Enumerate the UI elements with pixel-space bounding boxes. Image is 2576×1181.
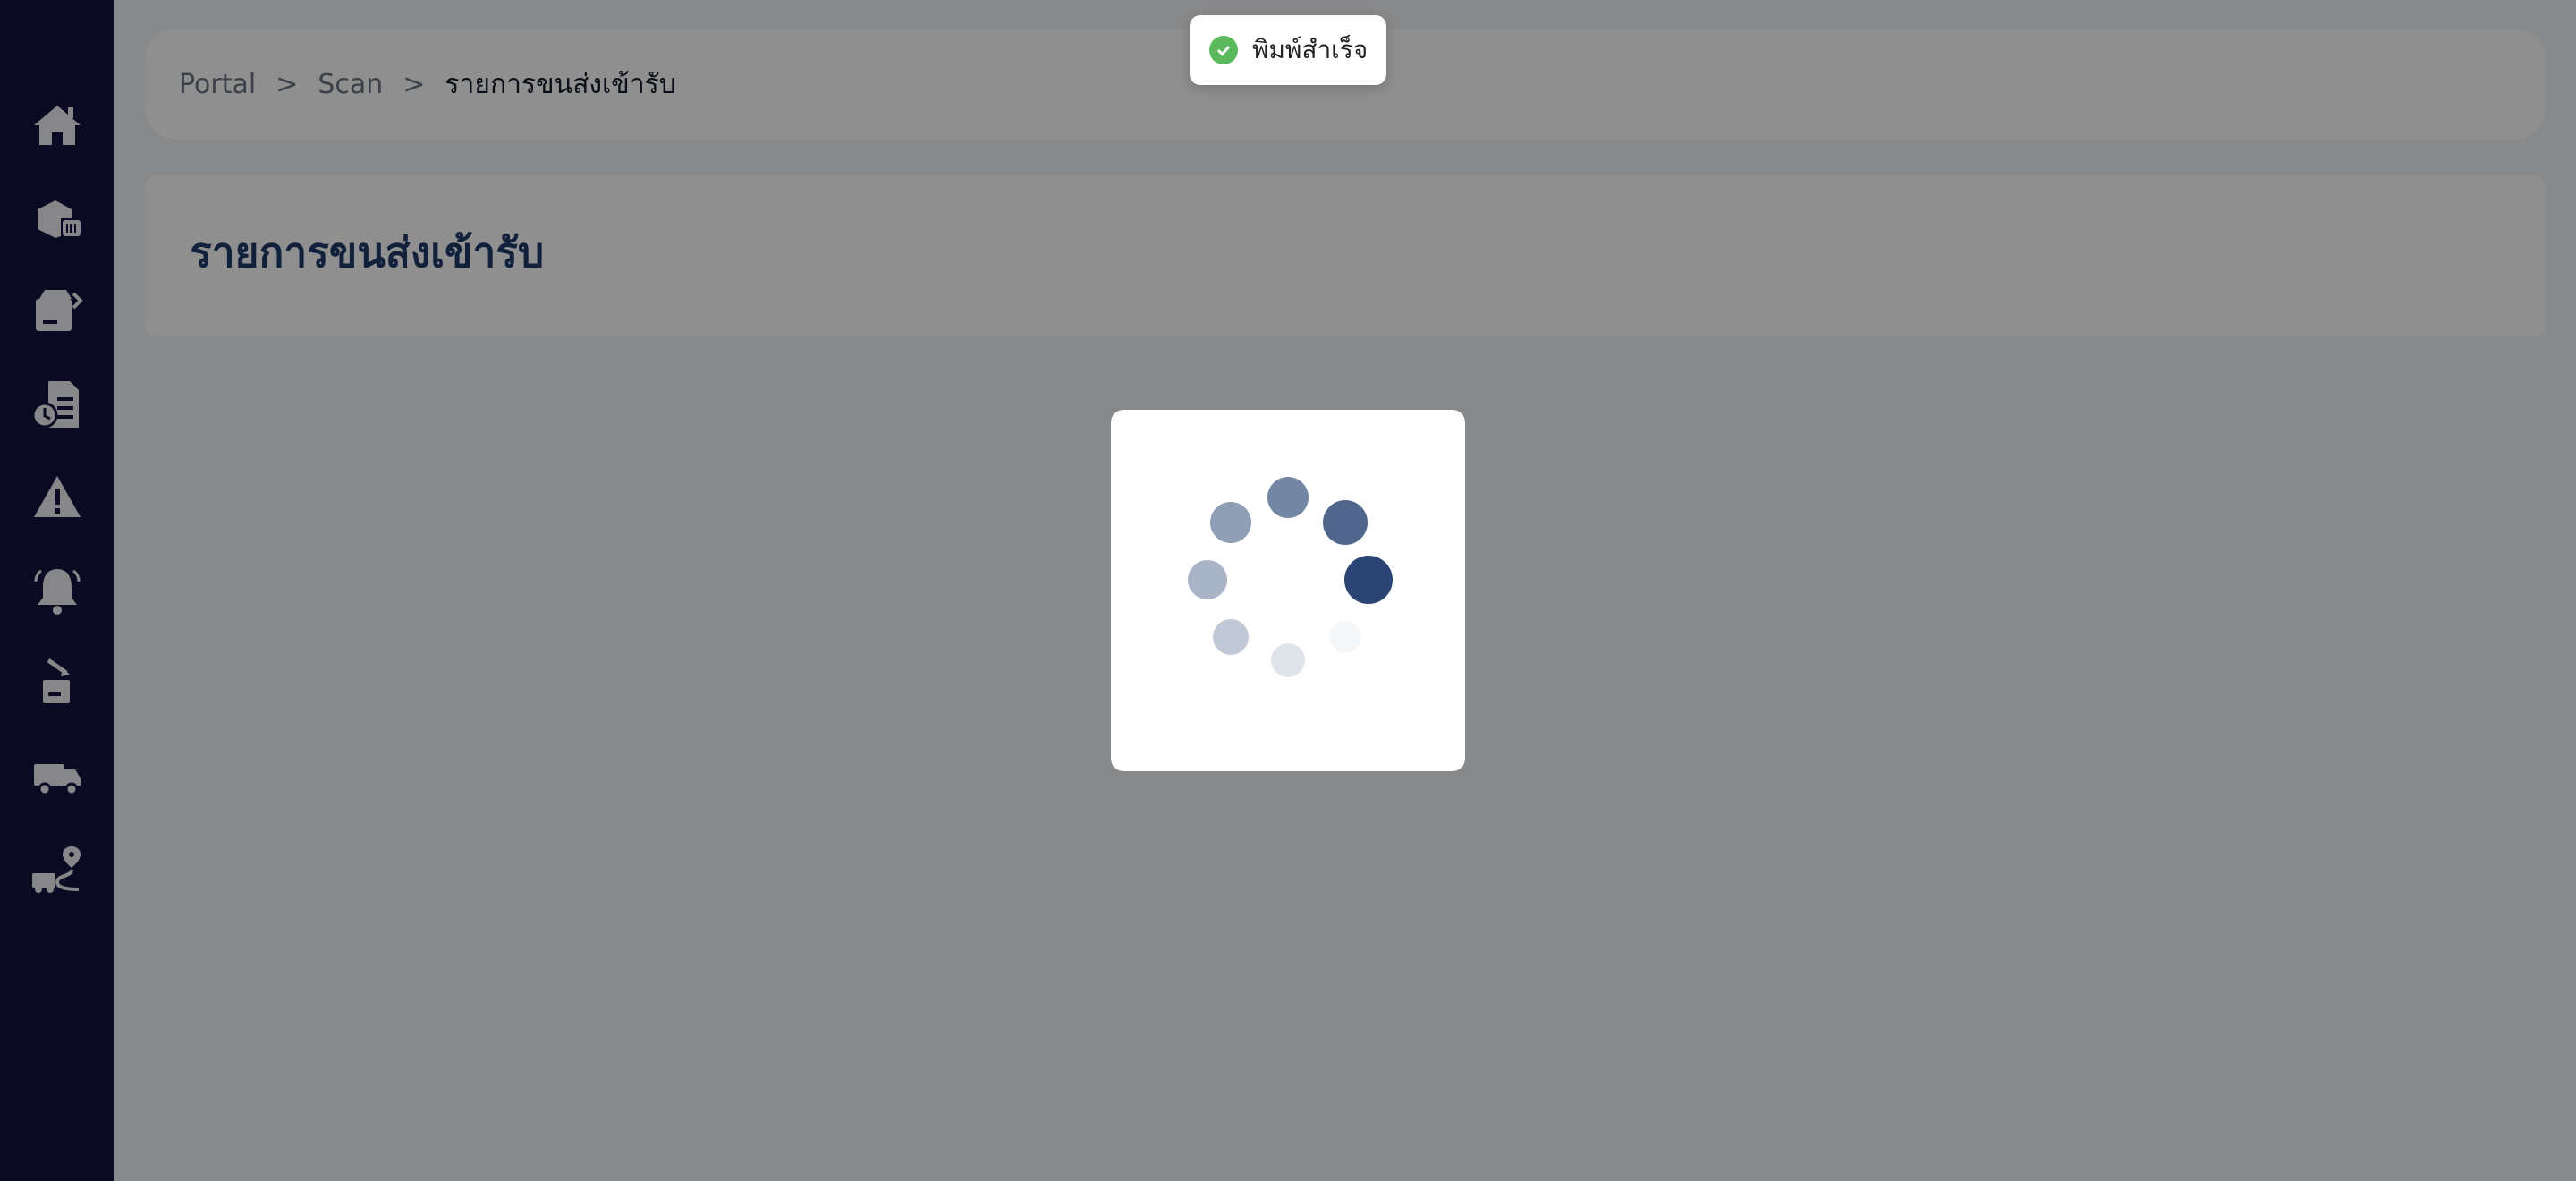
- toast-message: พิมพ์สำเร็จ: [1252, 35, 1368, 64]
- check-circle-icon: [1209, 36, 1238, 64]
- success-toast: พิมพ์สำเร็จ: [1190, 15, 1386, 85]
- loading-spinner-icon: [1188, 477, 1393, 677]
- loading-dialog: [1111, 410, 1465, 771]
